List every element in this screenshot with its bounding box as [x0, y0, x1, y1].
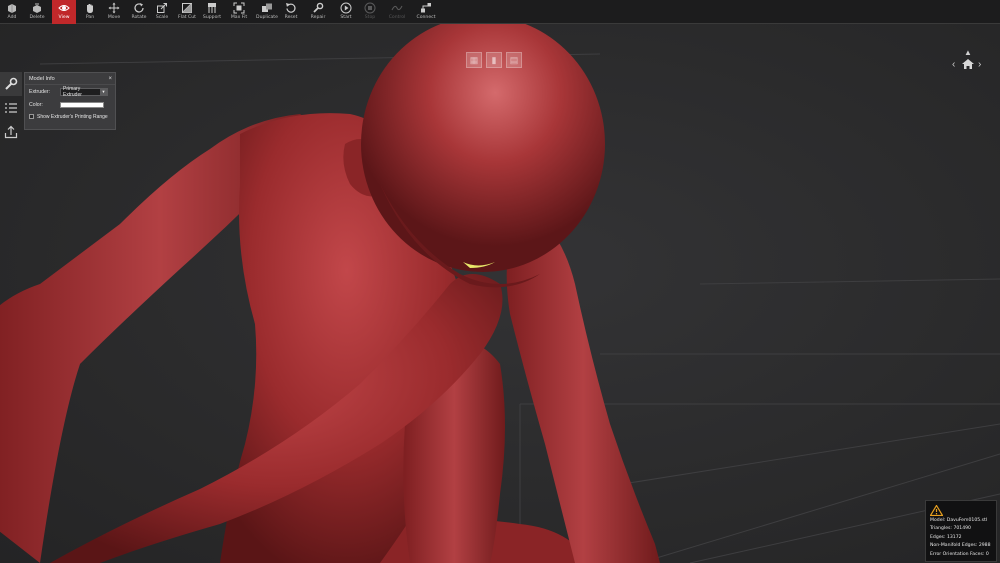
- delete-cube-icon: [33, 3, 41, 13]
- error-triangles: Triangles: 701490: [930, 526, 971, 532]
- connect-icon: [421, 3, 431, 13]
- model-info-title: Model Info: [29, 75, 55, 82]
- sidebar-tab-model-info[interactable]: [0, 72, 22, 96]
- pan-label: Pan: [85, 15, 95, 20]
- 3d-viewport[interactable]: ▦ ▮ ▤ ▲ ‹ › Model Info × Extruder: Prima…: [0, 24, 1000, 563]
- sidebar-tab-list[interactable]: [0, 96, 22, 120]
- export-icon: [4, 125, 18, 139]
- nav-right-icon[interactable]: ›: [978, 59, 981, 70]
- max-fit-button[interactable]: Max Fit: [228, 0, 250, 24]
- scene-canvas: [0, 24, 1000, 563]
- error-edges: Edges: 13172: [930, 534, 962, 540]
- reset-label: Reset: [284, 15, 298, 20]
- add-button[interactable]: Add: [2, 0, 22, 24]
- support-icon: [208, 3, 216, 13]
- wrench-icon: [313, 2, 324, 13]
- error-model-name: Model: DavuFem0105.stl: [930, 518, 988, 523]
- support-label: Support: [202, 15, 222, 20]
- extruder-select[interactable]: Primary Extruder ▼: [60, 85, 108, 98]
- rotate-label: Rotate: [131, 15, 147, 20]
- left-sidebar-tabs: [0, 72, 22, 144]
- control-button[interactable]: Control: [386, 0, 408, 24]
- pan-button[interactable]: Pan: [80, 0, 100, 24]
- scale-icon: [157, 3, 167, 13]
- extruder-row: Extruder: Primary Extruder ▼: [25, 85, 115, 98]
- view-navigation: ▲ ‹ ›: [950, 48, 990, 78]
- main-toolbar: Add Delete View Pan Move Rotate Scale Fl…: [0, 0, 1000, 24]
- max-fit-icon: [233, 2, 245, 14]
- sidebar-tab-export[interactable]: [0, 120, 22, 144]
- repair-button[interactable]: Repair: [307, 0, 329, 24]
- add-cube-icon: [8, 4, 16, 13]
- rotate-icon: [134, 3, 144, 13]
- max-fit-label: Max Fit: [230, 15, 248, 20]
- delete-label: Delete: [29, 15, 45, 20]
- warning-icon: [929, 504, 992, 517]
- extruder-select-value: Primary Extruder: [63, 85, 82, 98]
- model-info-header: Model Info ×: [25, 73, 115, 85]
- show-range-checkbox-row[interactable]: Show Extruder's Printing Range: [25, 111, 115, 122]
- support-button[interactable]: Support: [200, 0, 224, 24]
- start-button[interactable]: Start: [336, 0, 356, 24]
- wrench-icon: [5, 77, 18, 90]
- show-range-label: Show Extruder's Printing Range: [37, 113, 108, 120]
- start-label: Start: [340, 15, 352, 20]
- hand-icon: [87, 4, 93, 13]
- stop-icon: [364, 2, 376, 14]
- view-label: View: [58, 15, 70, 20]
- close-icon[interactable]: ×: [108, 76, 112, 82]
- add-label: Add: [7, 15, 17, 20]
- duplicate-button[interactable]: Duplicate: [254, 0, 280, 24]
- repair-label: Repair: [310, 15, 326, 20]
- view-button[interactable]: View: [52, 0, 76, 24]
- show-range-checkbox[interactable]: [29, 114, 34, 119]
- move-button[interactable]: Move: [104, 0, 124, 24]
- view-cube-face-right[interactable]: ▤: [506, 52, 522, 68]
- app-window: Add Delete View Pan Move Rotate Scale Fl…: [0, 0, 1000, 563]
- reset-icon: [286, 3, 296, 13]
- list-icon: [5, 103, 17, 113]
- control-label: Control: [388, 15, 406, 20]
- duplicate-icon: [262, 3, 272, 12]
- move-arrows-icon: [108, 2, 120, 14]
- connect-button[interactable]: Connect: [414, 0, 438, 24]
- view-cube[interactable]: ▦ ▮ ▤: [466, 52, 536, 70]
- color-swatch[interactable]: [60, 101, 104, 108]
- eye-icon: [58, 5, 70, 11]
- error-orientation: Error Orientation Faces: 0: [930, 551, 989, 557]
- chevron-down-icon: ▼: [100, 88, 107, 95]
- view-cube-face-front[interactable]: ▮: [486, 52, 502, 68]
- nav-up-icon[interactable]: ▲: [964, 48, 972, 57]
- nav-left-icon[interactable]: ‹: [952, 59, 955, 70]
- delete-button[interactable]: Delete: [26, 0, 48, 24]
- color-label: Color:: [29, 101, 43, 108]
- color-row: Color:: [25, 98, 115, 111]
- model-info-panel: Model Info × Extruder: Primary Extruder …: [24, 72, 116, 130]
- rotate-button[interactable]: Rotate: [128, 0, 150, 24]
- error-non-manifold: Non-Manifold Edges: 2988: [930, 543, 991, 549]
- connect-label: Connect: [416, 15, 436, 20]
- extruder-label: Extruder:: [29, 88, 51, 95]
- stop-button[interactable]: Stop: [360, 0, 380, 24]
- scale-label: Scale: [155, 15, 169, 20]
- model-error-info: Model: DavuFem0105.stl Triangles: 701490…: [925, 500, 997, 562]
- play-icon: [340, 2, 352, 14]
- stop-label: Stop: [364, 15, 376, 20]
- home-icon[interactable]: [961, 57, 975, 75]
- view-cube-face-left[interactable]: ▦: [466, 52, 482, 68]
- flat-cut-button[interactable]: Flat Cut: [176, 0, 198, 24]
- flat-cut-label: Flat Cut: [178, 15, 196, 20]
- scale-button[interactable]: Scale: [152, 0, 172, 24]
- flat-cut-icon: [182, 3, 192, 13]
- duplicate-label: Duplicate: [256, 15, 278, 20]
- reset-button[interactable]: Reset: [282, 0, 300, 24]
- move-label: Move: [107, 15, 121, 20]
- control-icon: [391, 5, 403, 11]
